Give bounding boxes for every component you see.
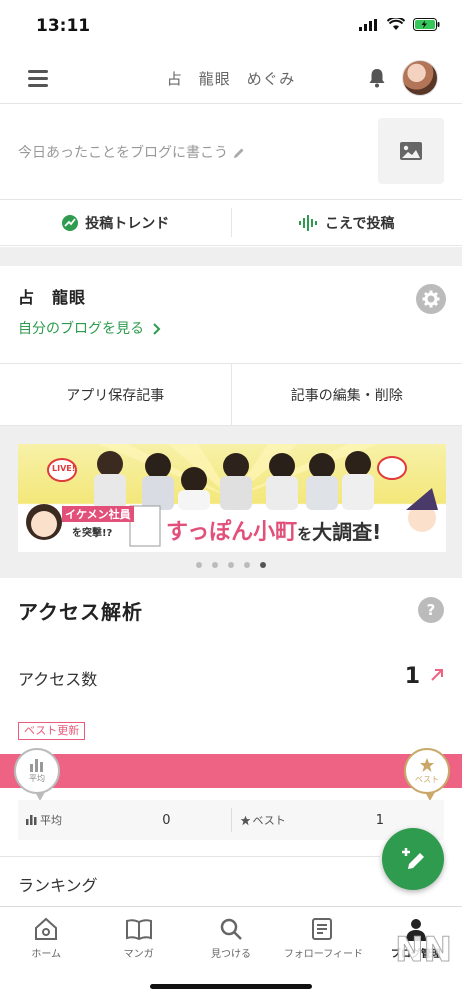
home-indicator <box>150 984 312 989</box>
banner-subtext-2: を突撃!? <box>72 528 113 539</box>
book-icon <box>125 919 152 941</box>
status-bar: 13:11 <box>0 0 462 56</box>
compose-placeholder-text: 今日あったことをブログに書こう <box>18 145 228 161</box>
best-stat-label: ベスト <box>252 814 286 827</box>
edit-articles-button[interactable]: 記事の編集・削除 <box>232 364 462 425</box>
bar-chart-small-icon <box>26 815 37 825</box>
post-trend-button[interactable]: 投稿トレンド <box>0 200 231 245</box>
banner-live-badge: LIVE! <box>52 464 76 473</box>
app-header: 占 龍眼 めぐみ <box>0 56 462 104</box>
access-stats-row: 平均 0 ベスト 1 <box>18 800 444 840</box>
status-icons <box>359 18 440 31</box>
compose-area[interactable]: 今日あったことをブログに書こう <box>0 104 462 200</box>
post-actions: 投稿トレンド こえで投稿 <box>0 200 462 246</box>
banner-headline-end: 大調査! <box>312 520 382 544</box>
best-marker: ベスト <box>404 748 450 801</box>
help-icon[interactable]: ? <box>418 597 444 623</box>
banner-dot[interactable] <box>228 562 234 568</box>
wifi-icon <box>387 18 405 30</box>
signal-icon <box>359 18 377 31</box>
access-count-label: アクセス数 <box>18 670 98 689</box>
tab-home-label: ホーム <box>31 949 62 960</box>
banner-headline-main: すっぽん小町 <box>166 520 298 545</box>
banner-area: LIVE! イケメン社員 を突撃!? すっぽん小町を大調査! <box>0 426 462 578</box>
best-stat-value: 1 <box>375 812 384 828</box>
tab-home[interactable]: ホーム <box>0 907 92 1000</box>
new-post-fab[interactable] <box>382 828 444 890</box>
average-stat-value: 0 <box>162 812 171 828</box>
feed-icon <box>312 918 333 940</box>
ranking-label[interactable]: ランキング <box>18 872 98 896</box>
voice-post-button[interactable]: こえで投稿 <box>232 200 462 245</box>
tab-follow-feed-label: フォローフィード <box>283 949 364 960</box>
access-comparison-bar <box>0 754 462 788</box>
banner-dot[interactable] <box>260 562 266 568</box>
tab-manga-label: マンガ <box>123 949 154 960</box>
banner-dot[interactable] <box>212 562 218 568</box>
search-icon <box>220 918 242 940</box>
banner-headline-mid: を <box>297 525 313 543</box>
bell-icon[interactable] <box>368 68 386 88</box>
analytics-title: アクセス解析 <box>18 600 143 624</box>
access-count-value: 1 <box>404 664 420 689</box>
banner-dot[interactable] <box>196 562 202 568</box>
watermark-logo: NN <box>395 930 453 971</box>
saved-articles-button[interactable]: アプリ保存記事 <box>0 364 231 425</box>
section-spacer <box>0 247 462 266</box>
blog-card: 占 龍眼 自分のブログを見る <box>0 266 462 364</box>
view-blog-link[interactable]: 自分のブログを見る <box>18 318 162 338</box>
avatar[interactable] <box>402 60 438 96</box>
voice-post-label: こえで投稿 <box>324 215 395 232</box>
bar-chart-icon <box>30 759 43 772</box>
post-trend-label: 投稿トレンド <box>85 215 170 232</box>
promo-banner[interactable]: LIVE! イケメン社員 を突撃!? すっぽん小町を大調査! <box>18 444 446 552</box>
average-marker-label: 平均 <box>29 774 45 783</box>
image-icon <box>400 142 422 160</box>
star-icon <box>420 758 434 772</box>
banner-dot[interactable] <box>244 562 250 568</box>
status-time: 13:11 <box>36 16 91 36</box>
voice-wave-icon <box>298 214 317 231</box>
compose-placeholder[interactable]: 今日あったことをブログに書こう <box>18 142 246 162</box>
image-upload-button[interactable] <box>378 118 444 184</box>
article-actions: アプリ保存記事 記事の編集・削除 <box>0 364 462 426</box>
average-stat-label: 平均 <box>40 814 62 827</box>
star-small-icon <box>240 815 250 825</box>
average-marker: 平均 <box>14 748 60 801</box>
best-marker-label: ベスト <box>414 775 440 784</box>
best-stat: ベスト 1 <box>232 812 445 828</box>
banner-pagination[interactable] <box>0 562 462 568</box>
best-update-badge: ベスト更新 <box>18 722 86 740</box>
average-stat: 平均 0 <box>18 812 231 828</box>
blog-name: 占 龍眼 <box>18 288 87 307</box>
pencil-icon <box>234 148 244 158</box>
home-icon <box>35 917 58 940</box>
ranking-divider <box>0 856 380 857</box>
trend-icon <box>62 214 79 231</box>
trend-up-arrow-icon <box>431 669 443 681</box>
write-post-icon <box>402 848 424 869</box>
battery-icon <box>413 18 440 31</box>
banner-headline: すっぽん小町を大調査! <box>166 514 381 546</box>
tab-discover-label: 見つける <box>211 949 252 960</box>
banner-subtext-1: イケメン社員 <box>62 506 134 522</box>
chevron-right-icon <box>153 323 161 335</box>
gear-icon[interactable] <box>416 284 446 314</box>
header-title: 占 龍眼 めぐみ <box>166 70 296 88</box>
view-blog-label: 自分のブログを見る <box>18 321 144 337</box>
